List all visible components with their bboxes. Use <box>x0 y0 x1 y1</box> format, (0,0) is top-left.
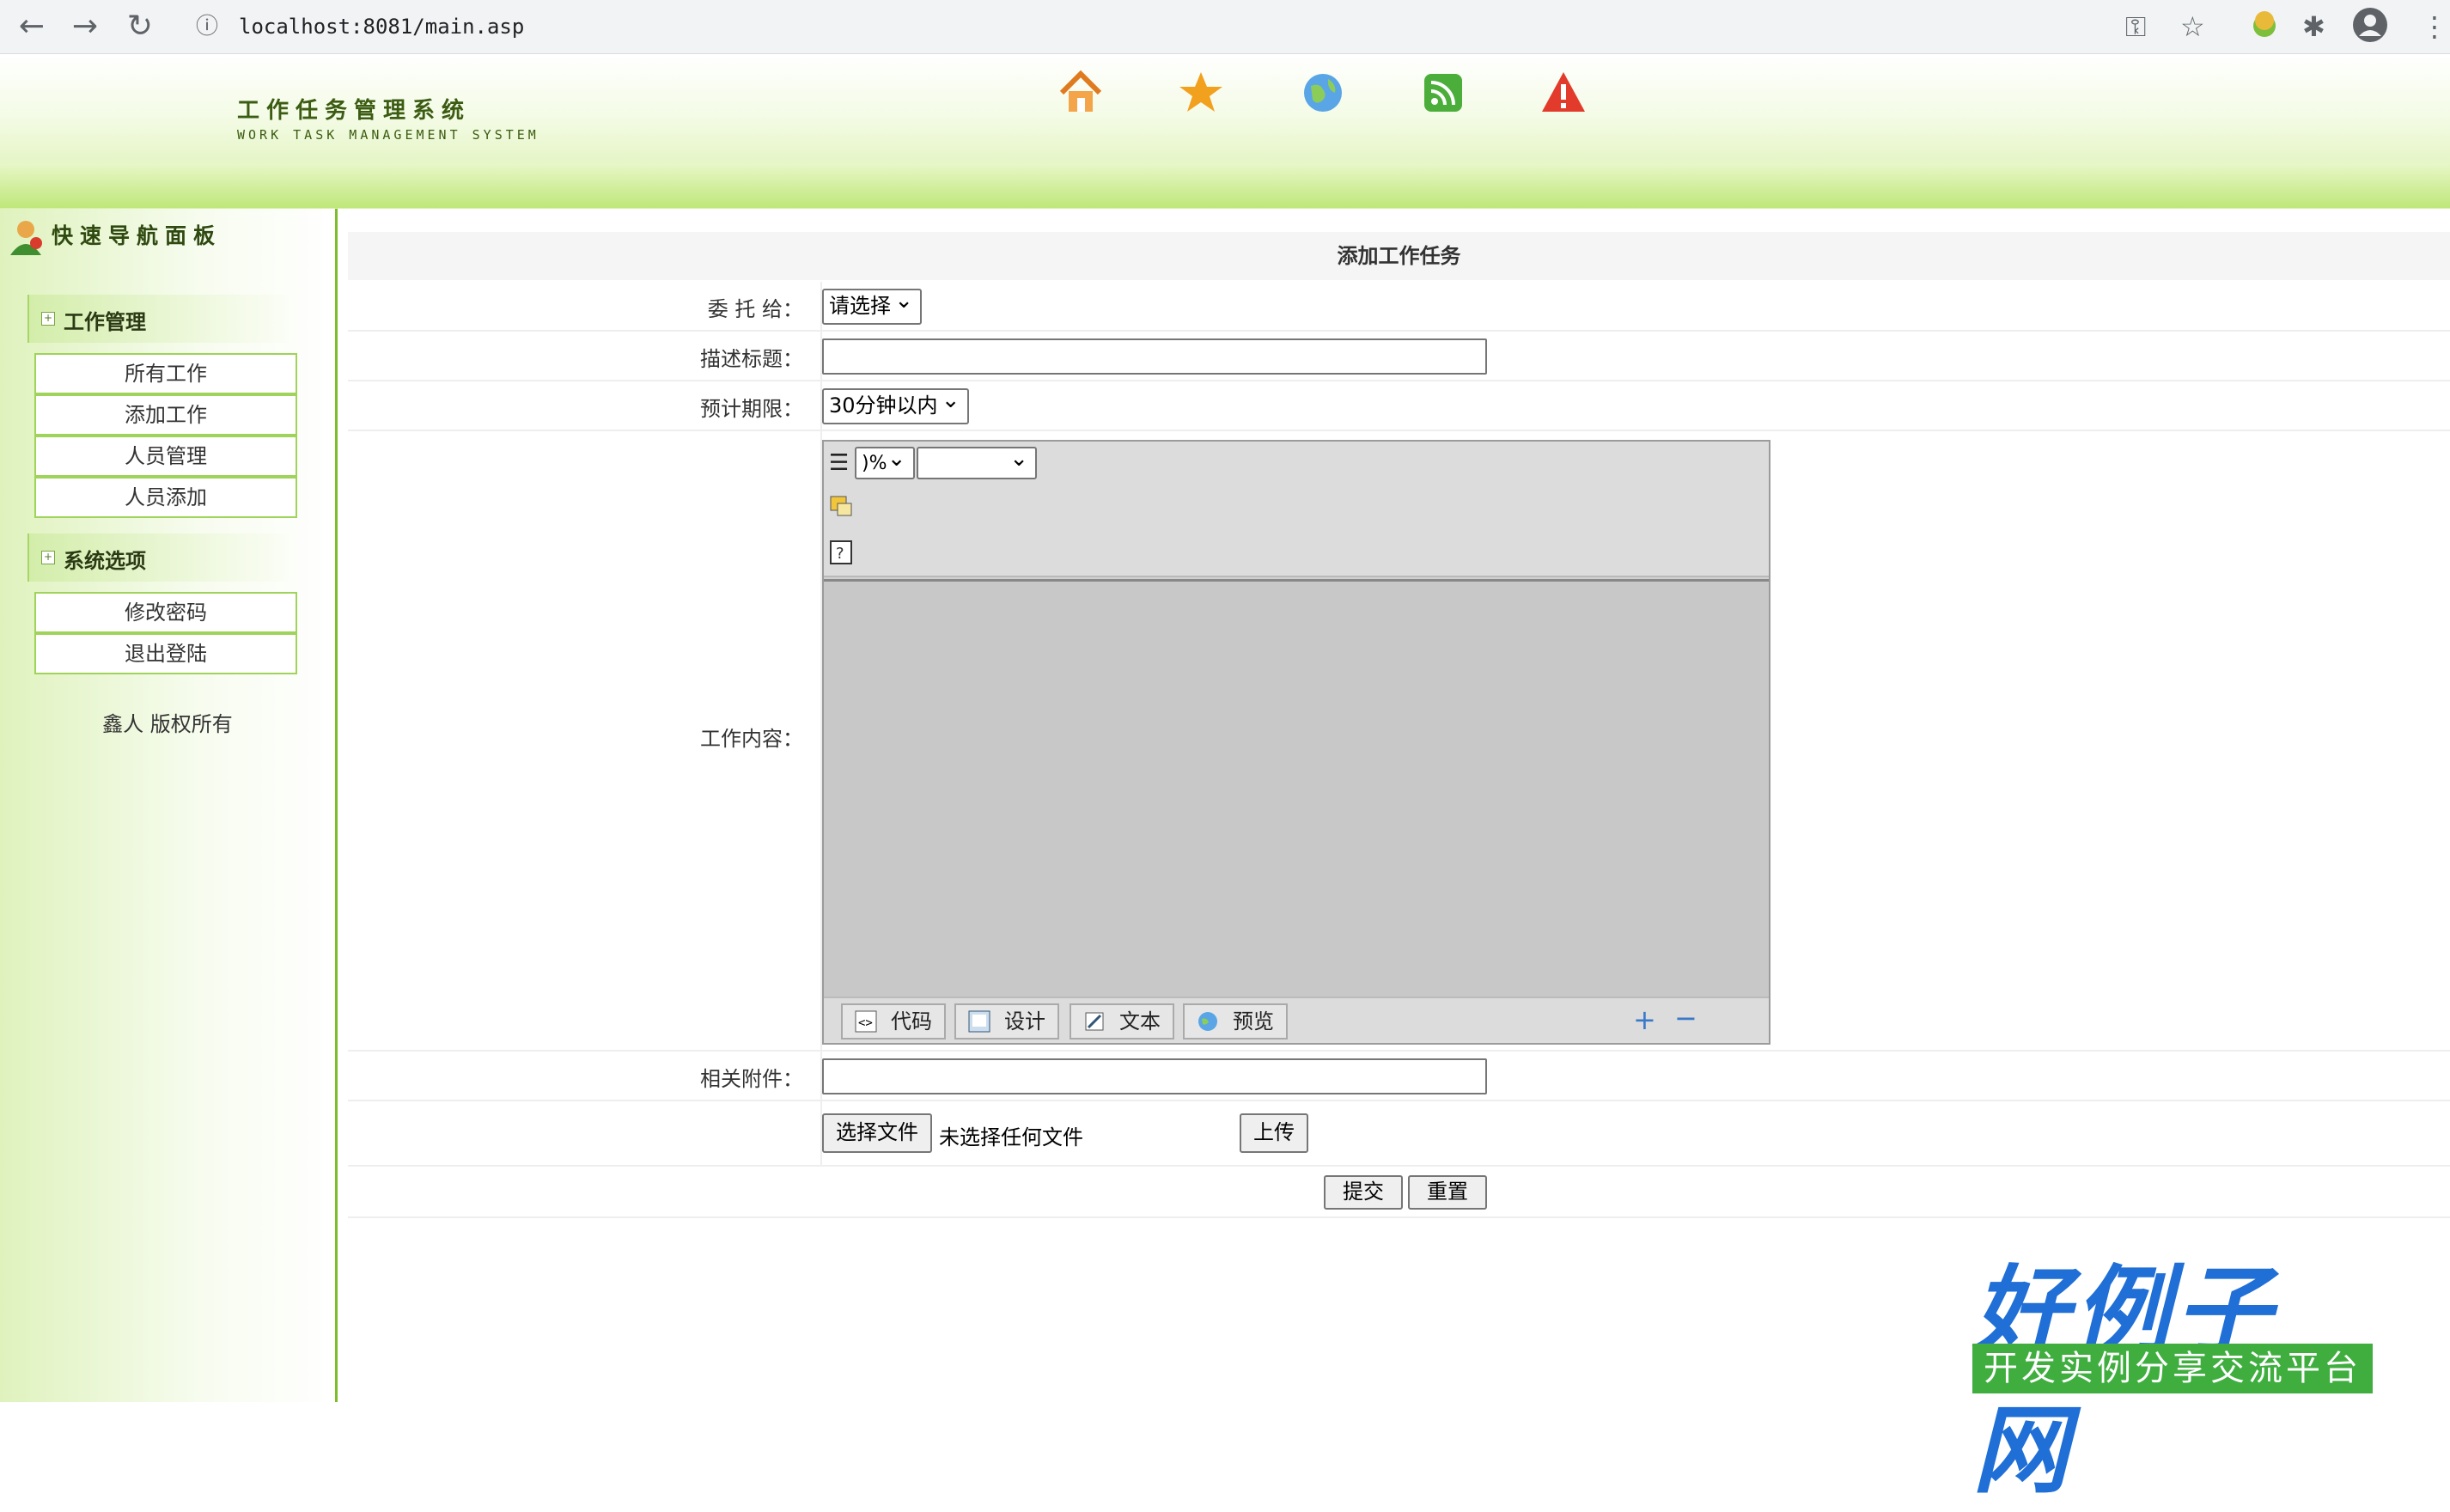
mode-tab-label: 设计 <box>1004 1009 1045 1033</box>
app-logo-title: 工作任务管理系统 <box>237 98 472 124</box>
content-label: 工作内容： <box>700 727 803 751</box>
back-arrow-icon[interactable]: ← <box>12 7 52 46</box>
mode-tab-design[interactable]: 设计 <box>954 1003 1059 1040</box>
sidebar-group-label: 工作管理 <box>64 310 146 334</box>
sidebar-item-staff-add[interactable]: 人员添加 <box>34 477 297 518</box>
form-title: 添加工作任务 <box>348 232 2450 280</box>
attach-label: 相关附件： <box>700 1067 803 1091</box>
star-icon[interactable] <box>1175 67 1227 119</box>
editor-zoom-select[interactable]: )% <box>855 443 915 479</box>
subject-input[interactable] <box>822 338 1487 375</box>
extension-avatar-icon[interactable] <box>2249 7 2280 48</box>
address-bar[interactable]: ⓘ localhost:8081/main.asp <box>180 5 2105 48</box>
assign-select[interactable]: 请选择 <box>822 285 922 325</box>
sidebar-group-system[interactable]: + 系统选项 <box>27 533 296 582</box>
sidebar-item-add-work[interactable]: 添加工作 <box>34 394 297 436</box>
mode-tab-code[interactable]: <> 代码 <box>841 1003 946 1040</box>
subject-label: 描述标题： <box>700 347 803 371</box>
attachment-input[interactable] <box>822 1058 1487 1094</box>
mode-tab-text[interactable]: 文本 <box>1070 1003 1174 1040</box>
text-icon <box>1085 1012 1104 1031</box>
paragraph-icon[interactable]: ☰ <box>829 450 849 476</box>
expand-plus-icon[interactable]: + <box>41 312 55 326</box>
browser-toolbar: ← → ↻ ⓘ localhost:8081/main.asp ⚿ ☆ ✱ ⋮ <box>0 0 2450 54</box>
reset-button[interactable]: 重置 <box>1408 1175 1487 1210</box>
home-icon[interactable] <box>1055 67 1106 119</box>
insert-layer-icon[interactable] <box>829 495 855 524</box>
help-icon[interactable]: ? <box>829 540 855 569</box>
warning-icon[interactable] <box>1538 67 1589 119</box>
no-file-text: 未选择任何文件 <box>939 1125 1083 1149</box>
bookmark-star-icon[interactable]: ☆ <box>2180 7 2205 46</box>
sidebar-group-work[interactable]: + 工作管理 <box>27 295 296 343</box>
watermark-slogan: 开发实例分享交流平台 <box>1972 1344 2373 1393</box>
editor-mode-bar: <> 代码 设计 文本 预览 + − <box>824 997 1769 1043</box>
editor-toolbar-3: ? <box>824 531 1769 577</box>
rich-text-editor: ☰ )% ? <> 代码 设计 文本 <box>822 440 1770 1045</box>
enlarge-plus-icon[interactable]: + <box>1633 1003 1656 1036</box>
shrink-minus-icon[interactable]: − <box>1674 1002 1697 1034</box>
code-icon: <> <box>855 1010 877 1033</box>
preview-globe-icon <box>1198 1012 1217 1031</box>
form-row-assign: 委 托 给： 请选择 <box>348 282 2450 332</box>
choose-file-button[interactable]: 选择文件 <box>822 1113 932 1153</box>
form-row-upload: 选择文件 未选择任何文件 上传 <box>348 1101 2450 1167</box>
editor-font-select[interactable] <box>917 443 1037 479</box>
rss-icon[interactable] <box>1417 67 1469 119</box>
sidebar-item-logout[interactable]: 退出登陆 <box>34 633 297 674</box>
sidebar-title: 快速导航面板 <box>52 223 222 248</box>
form-row-subject: 描述标题： <box>348 332 2450 381</box>
extensions-puzzle-icon[interactable]: ✱ <box>2302 7 2325 46</box>
form-row-attachment: 相关附件： <box>348 1052 2450 1101</box>
sidebar-item-staff-manage[interactable]: 人员管理 <box>34 436 297 477</box>
upload-button[interactable]: 上传 <box>1240 1113 1308 1153</box>
design-icon <box>968 1010 990 1033</box>
mode-tab-label: 文本 <box>1119 1009 1161 1033</box>
mode-tab-preview[interactable]: 预览 <box>1183 1003 1288 1040</box>
copyright-text: 鑫人 版权所有 <box>102 712 233 736</box>
svg-text:<>: <> <box>858 1016 873 1030</box>
key-icon[interactable]: ⚿ <box>2125 7 2146 46</box>
forward-arrow-icon[interactable]: → <box>65 7 105 46</box>
mode-tab-label: 预览 <box>1233 1009 1274 1033</box>
sidebar-group-label: 系统选项 <box>64 549 146 573</box>
sidebar-item-all-work[interactable]: 所有工作 <box>34 353 297 394</box>
url-text: localhost:8081/main.asp <box>239 15 525 39</box>
mode-tab-label: 代码 <box>891 1009 932 1033</box>
editor-toolbar-2 <box>824 486 1769 533</box>
editor-content-area[interactable] <box>824 579 1769 999</box>
deadline-label: 预计期限： <box>700 397 803 421</box>
deadline-select[interactable]: 30分钟以内 <box>822 385 969 424</box>
header-band <box>0 163 2450 208</box>
expand-plus-icon[interactable]: + <box>41 551 55 564</box>
reload-icon[interactable]: ↻ <box>120 7 160 46</box>
sidebar: 快速导航面板 + 工作管理 所有工作 添加工作 人员管理 人员添加 + 系统选项… <box>0 209 338 1402</box>
editor-toolbar-1: ☰ )% <box>824 442 1769 488</box>
submit-button[interactable]: 提交 <box>1324 1175 1403 1210</box>
globe-icon[interactable] <box>1297 67 1349 119</box>
assign-label: 委 托 给： <box>707 297 803 321</box>
site-info-icon[interactable]: ⓘ <box>196 5 218 48</box>
app-logo-subtitle: WORK TASK MANAGEMENT SYSTEM <box>237 127 539 143</box>
watermark-logo: 好例子网 开发实例分享交流平台 <box>1972 1234 2373 1507</box>
form-row-actions: 提交 重置 <box>348 1167 2450 1218</box>
form-row-deadline: 预计期限： 30分钟以内 <box>348 381 2450 431</box>
sidebar-item-change-password[interactable]: 修改密码 <box>34 592 297 633</box>
svg-text:?: ? <box>836 545 844 563</box>
user-avatar-icon <box>5 216 46 260</box>
menu-kebab-icon[interactable]: ⋮ <box>2421 7 2448 46</box>
profile-icon[interactable] <box>2352 7 2388 53</box>
